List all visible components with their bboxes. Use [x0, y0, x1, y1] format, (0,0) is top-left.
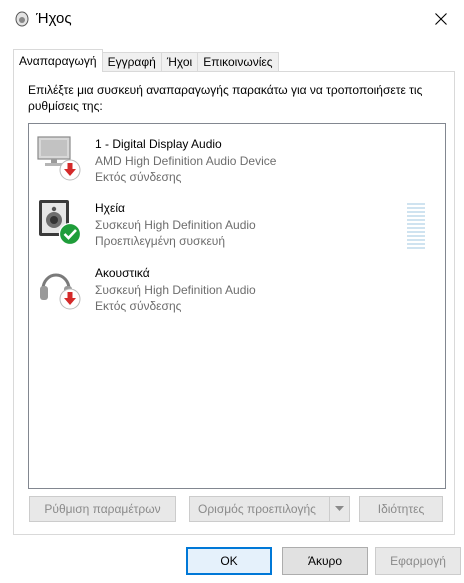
apply-button-label: Εφαρμογή [390, 554, 446, 568]
set-default-button-label: Ορισμός προεπιλογής [198, 502, 316, 516]
close-icon [435, 13, 447, 25]
ok-button-label: OK [220, 554, 238, 568]
configure-button[interactable]: Ρύθμιση παραμέτρων [29, 496, 176, 522]
set-default-dropdown[interactable] [329, 497, 349, 521]
properties-button[interactable]: Ιδιότητες [359, 496, 443, 522]
window-title: Ήχος [36, 10, 72, 27]
device-headphones[interactable]: Ακουστικά Συσκευή High Definition Audio … [37, 263, 437, 323]
disconnected-arrow-icon [59, 288, 81, 310]
tab-sounds[interactable]: Ήχοι [160, 52, 199, 72]
close-button[interactable] [418, 0, 464, 38]
tab-recording[interactable]: Εγγραφή [101, 52, 162, 72]
ok-button[interactable]: OK [186, 547, 272, 575]
device-speakers[interactable]: Ηχεία Συσκευή High Definition Audio Προε… [37, 198, 437, 258]
device-description: AMD High Definition Audio Device [95, 153, 277, 168]
headphones-icon [40, 273, 81, 310]
set-default-button[interactable]: Ορισμός προεπιλογής [189, 496, 350, 522]
device-status: Εκτός σύνδεσης [95, 299, 182, 313]
monitor-icon [37, 136, 81, 181]
speaker-icon [15, 11, 29, 27]
title-bar: Ήχος [0, 0, 464, 38]
apply-button[interactable]: Εφαρμογή [375, 547, 461, 575]
device-description: Συσκευή High Definition Audio [95, 282, 256, 297]
device-list[interactable]: 1 - Digital Display Audio AMD High Defin… [28, 123, 446, 489]
cancel-button-label: Άκυρο [307, 554, 343, 568]
device-name: Ηχεία [95, 201, 125, 215]
default-check-icon [58, 222, 82, 246]
instruction-text: Επιλέξτε μια συσκευή αναπαραγωγής παρακά… [28, 83, 423, 113]
cancel-button[interactable]: Άκυρο [282, 547, 368, 575]
device-name: Ακουστικά [95, 266, 150, 280]
tab-playback[interactable]: Αναπαραγωγή [13, 49, 103, 72]
speakers-icon [39, 200, 82, 246]
device-description: Συσκευή High Definition Audio [95, 217, 256, 232]
playback-panel: Επιλέξτε μια συσκευή αναπαραγωγής παρακά… [13, 71, 455, 535]
volume-level-meter [407, 203, 425, 253]
tab-strip: Αναπαραγωγή Εγγραφή Ήχοι Επικοινωνίες [13, 48, 279, 72]
configure-button-label: Ρύθμιση παραμέτρων [44, 502, 161, 516]
device-status: Εκτός σύνδεσης [95, 170, 182, 184]
disconnected-arrow-icon [59, 159, 81, 181]
tab-communications[interactable]: Επικοινωνίες [197, 52, 279, 72]
device-status: Προεπιλεγμένη συσκευή [95, 234, 226, 248]
device-digital-display[interactable]: 1 - Digital Display Audio AMD High Defin… [37, 134, 437, 194]
chevron-down-icon [335, 506, 344, 511]
device-name: 1 - Digital Display Audio [95, 137, 222, 151]
properties-button-label: Ιδιότητες [377, 502, 425, 516]
